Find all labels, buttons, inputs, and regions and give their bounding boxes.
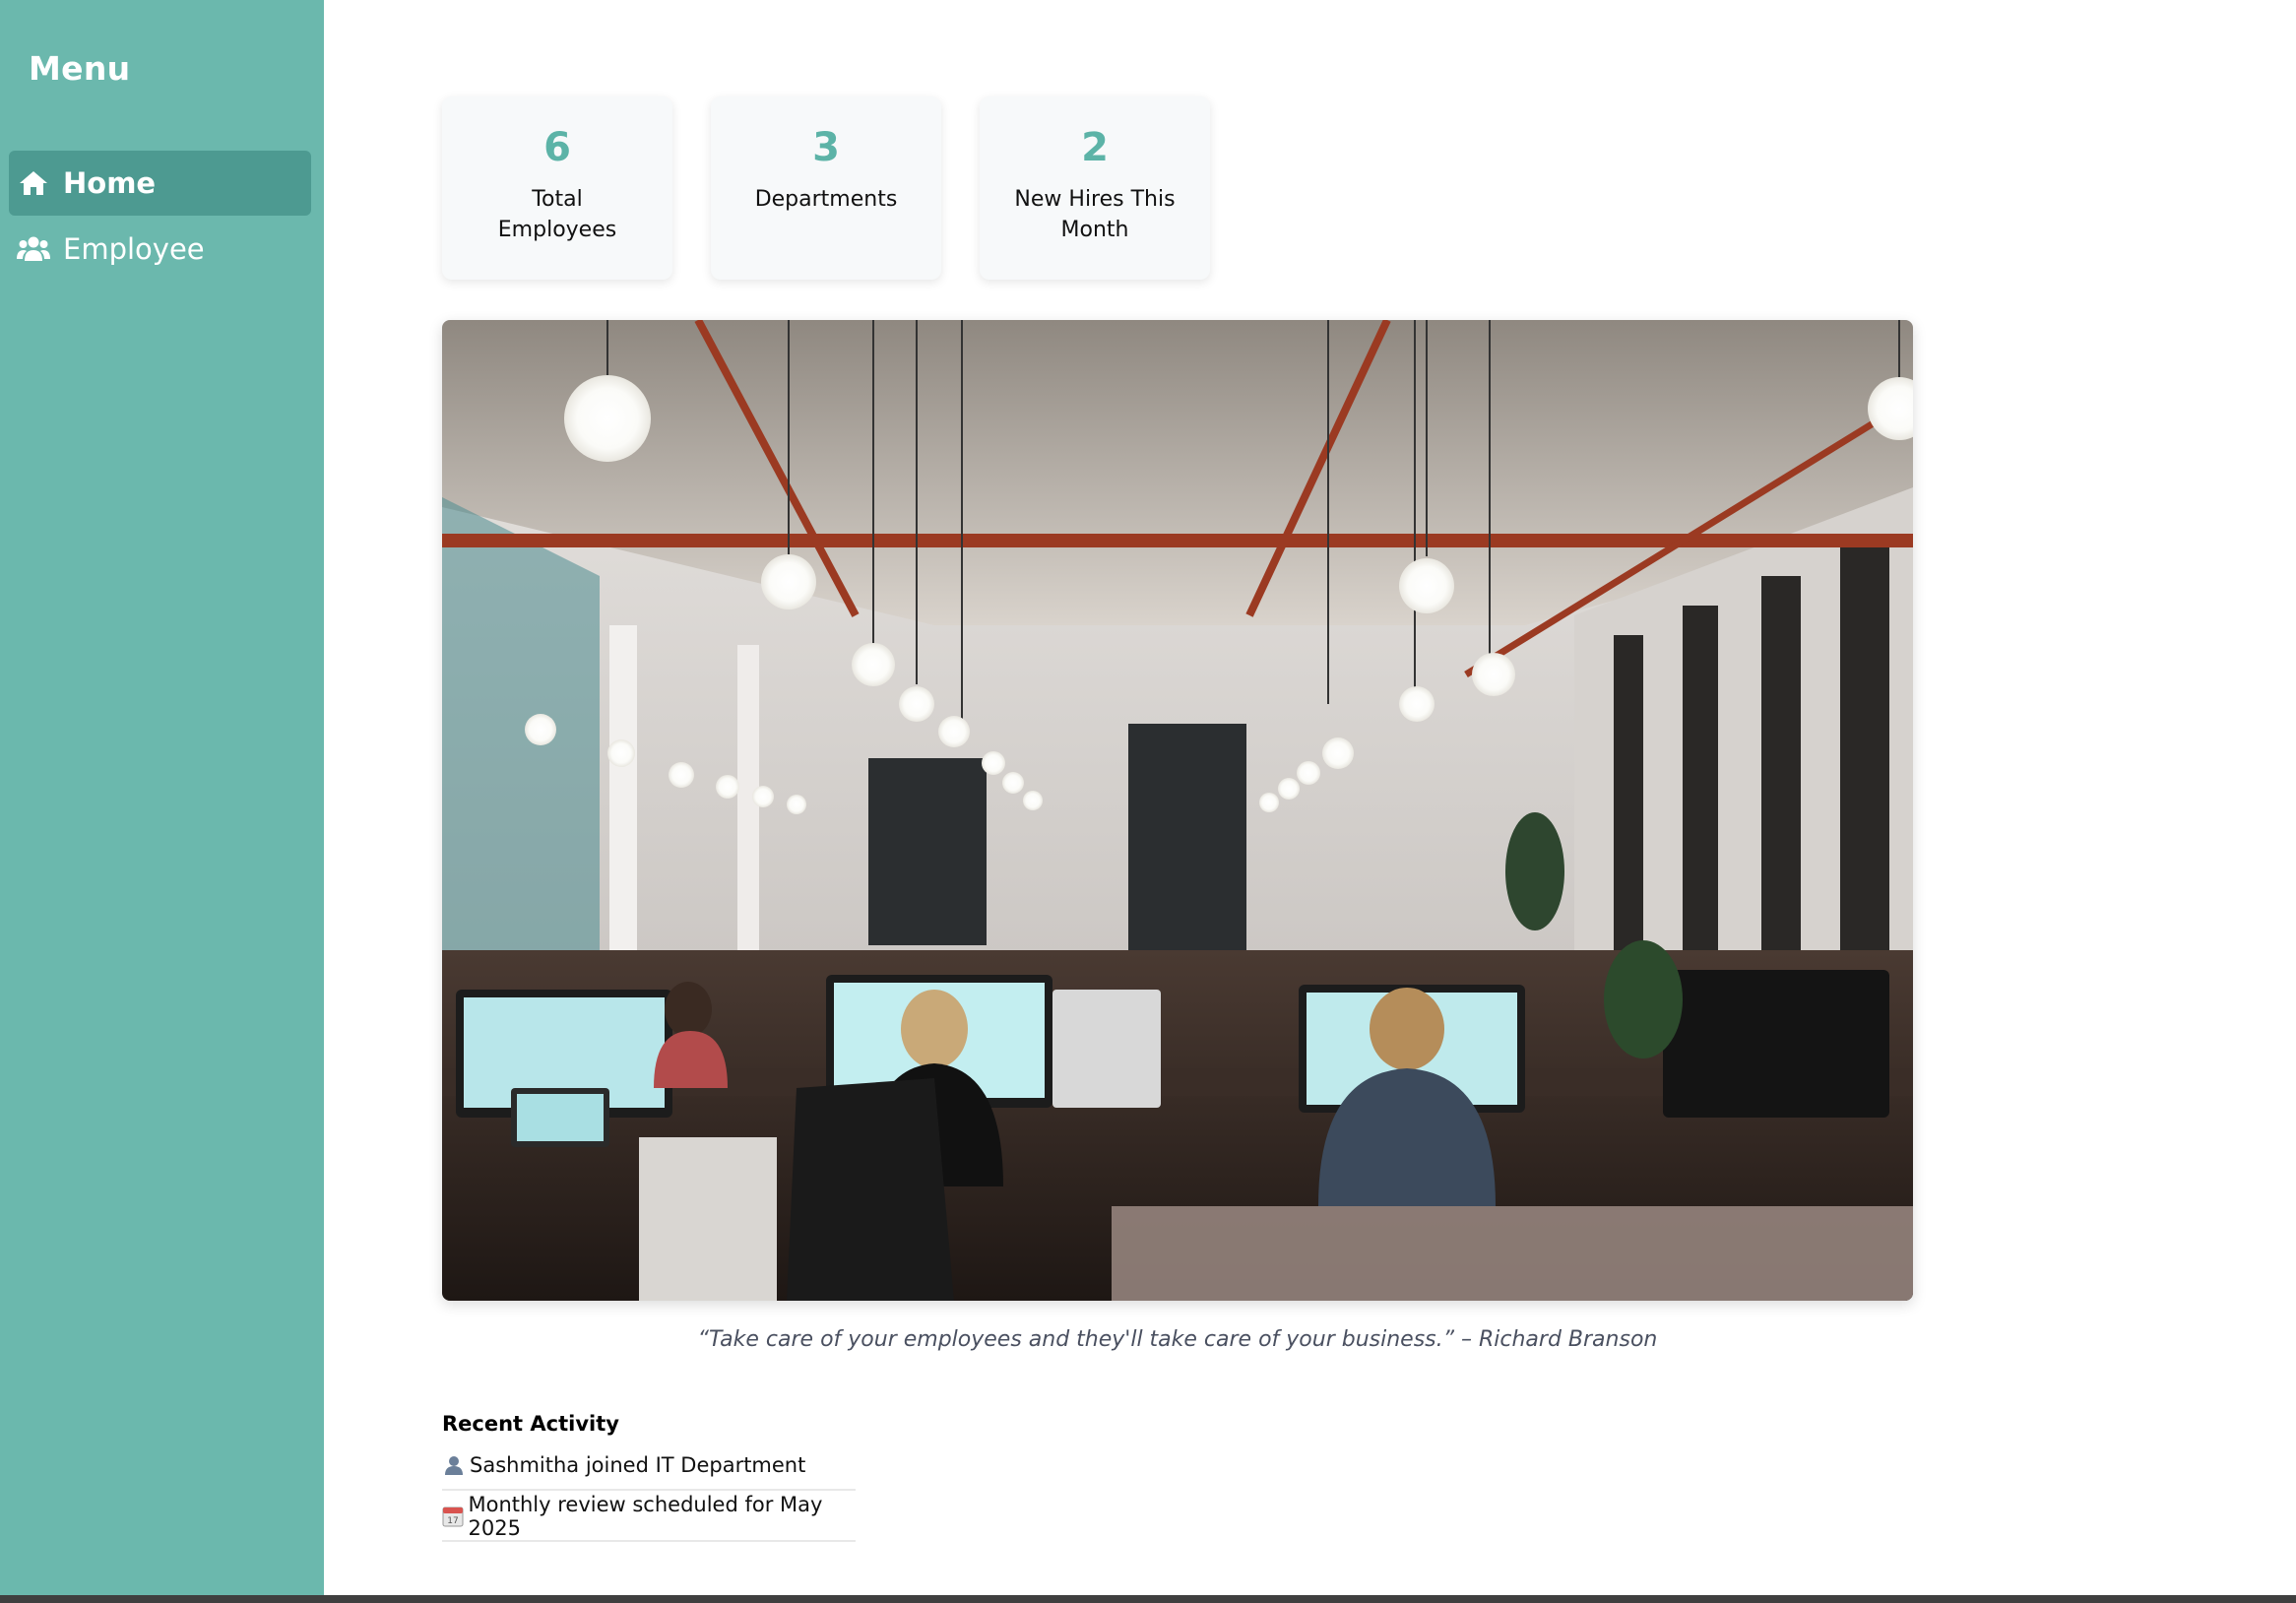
recent-activity-title: Recent Activity	[442, 1412, 619, 1436]
activity-item: Sashmitha joined IT Department	[442, 1442, 856, 1491]
activity-item: 17 Monthly review scheduled for May 2025	[442, 1493, 856, 1542]
sidebar-item-home[interactable]: Home	[9, 151, 311, 216]
person-icon	[442, 1453, 466, 1477]
bottom-bar	[0, 1595, 2296, 1603]
office-photo	[442, 320, 1913, 1301]
stat-label: New Hires This Month	[1014, 187, 1176, 242]
stat-label: Total Employees	[497, 187, 617, 242]
svg-text:17: 17	[448, 1516, 459, 1526]
sidebar: Menu Home Employee	[0, 0, 324, 1595]
stat-label: Departments	[754, 187, 898, 212]
sidebar-item-employee[interactable]: Employee	[9, 217, 311, 282]
stat-value: 3	[812, 125, 840, 170]
quote-text: “Take care of your employees and they'll…	[697, 1327, 1658, 1352]
sidebar-item-label: Home	[63, 166, 157, 200]
stat-card-departments: 3 Departments	[711, 96, 941, 280]
sidebar-item-label: Employee	[63, 232, 205, 266]
stat-card-total-employees: 6 Total Employees	[442, 96, 672, 280]
calendar-icon: 17	[442, 1505, 464, 1528]
stat-value: 2	[1081, 125, 1109, 170]
menu-title: Menu	[29, 49, 131, 88]
users-icon	[16, 231, 51, 267]
home-icon	[16, 165, 51, 201]
stat-card-new-hires: 2 New Hires This Month	[980, 96, 1210, 280]
activity-text: Sashmitha joined IT Department	[470, 1453, 806, 1477]
stat-value: 6	[543, 125, 571, 170]
activity-text: Monthly review scheduled for May 2025	[468, 1493, 823, 1540]
